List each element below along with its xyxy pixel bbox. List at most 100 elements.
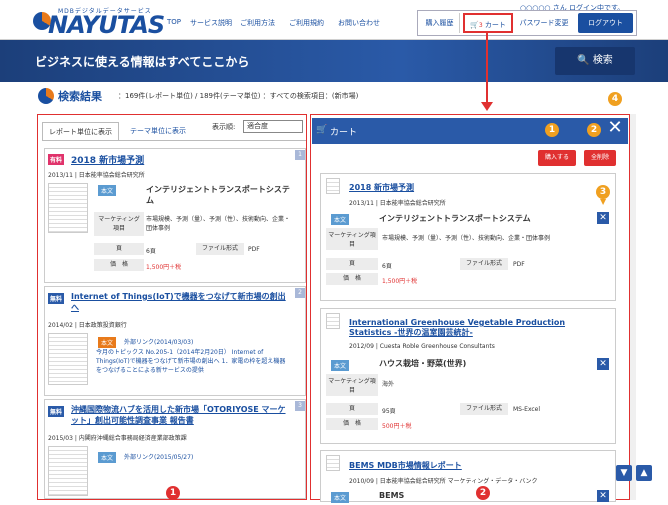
cart-item-title[interactable]: 2018 新市場予測 [349,182,414,193]
theme-title: インテリジェントトランスポートシステム [146,185,290,205]
price-label: 価 格 [94,259,144,271]
cart-item-meta: 2010/09 | 日本能率協会総合研究所 マーケティング・データ・バンク [349,478,538,485]
logout-button[interactable]: ログアウト [578,13,633,33]
price: 1,500円＋税 [382,278,418,285]
arrow-down-icon: ▼ [600,197,607,206]
cart-item-title[interactable]: International Greenhouse Vegetable Produ… [349,318,589,338]
delete-all-button[interactable]: 全削除 [584,150,616,166]
link-date: (2014/03/03) [154,339,194,346]
result-meta: 2014/02 | 日本政策投資銀行 [48,322,127,329]
result-body: 今月のトピックス No.205-1（2014年2月20日） Internet o… [96,349,286,374]
marketing-label: マーケティング項目 [326,374,378,396]
banner-text: ビジネスに使える情報はすべてここから [35,55,250,69]
logo[interactable]: NAYUTAS [48,11,165,39]
marketing-label: マーケティング項目 [326,228,378,250]
cart-header [312,118,628,144]
region-marker-2: 2 [476,486,490,500]
file-format: PDF [248,246,260,253]
marker-1: 1 [545,123,559,137]
tab-divider [42,140,306,141]
body-tag: 本文 [98,452,117,463]
result-number: 3 [295,401,305,411]
result-title[interactable]: 2018 新市場予測 [71,153,144,166]
result-number: 1 [295,150,305,160]
marketing-items: 海外 [382,381,395,388]
marketing-items: 市場規模、予測（量）、予測（性）、技術動向、企業・団体事例 [382,235,551,242]
cart-item-meta: 2012/09 | Cuesta Roble Greenhouse Consul… [349,343,495,350]
page-label: 頁 [326,403,378,415]
remove-item-icon[interactable]: ✕ [597,212,609,224]
cart-header-icon: 🛒 [316,125,328,135]
price: 1,500円＋税 [146,264,182,271]
cart-icon: 🛒 [470,21,479,29]
marketing-items: 市場規模、予測（量）、予測（性）、技術動向、企業・団体事例 [146,216,291,232]
external-link[interactable]: 外部リンク(2015/05/27) [124,452,193,461]
tab-theme[interactable]: テーマ単位に表示 [124,122,192,140]
cart-count: 3 [478,22,483,29]
link-date: (2015/05/27) [154,454,194,461]
body-tag: 本文 [331,492,350,503]
result-title[interactable]: Internet of Things(IoT)で機器をつなげて新市場の創出へ [71,291,286,313]
marker-2: 2 [587,123,601,137]
cart-title: カート [330,128,358,138]
cart-button[interactable]: 🛒3 カート [463,13,513,33]
result-meta: 2013/11 | 日本能率協会総合研究所 [48,172,145,179]
remove-item-icon[interactable]: ✕ [597,490,609,502]
file-format: PDF [513,261,525,268]
nav-howto[interactable]: ご利用方法 [240,18,275,28]
nav-top[interactable]: TOP [167,18,181,26]
results-title: 検索結果 [58,90,102,103]
thumbnail-icon [326,178,340,194]
scroll-down-icon[interactable]: ▼ [616,465,632,481]
scrollbar[interactable] [630,114,636,500]
cart-theme-title: ハウス栽培・野菜(世界) [379,359,467,368]
result-number: 2 [295,288,305,298]
cart-item-meta: 2013/11 | 日本能率協会総合研究所 [349,200,446,207]
nav-service[interactable]: サービス説明 [190,18,232,28]
page-count: 6頁 [146,248,156,255]
results-meta: ：169件(レポート単位) / 189件(テーマ単位) ：すべての検索項目：(新… [118,92,359,100]
page-count: 6頁 [382,263,392,270]
free-badge: 無料 [48,406,65,417]
price-label: 価 格 [326,418,378,430]
history-button[interactable]: 購入履歴 [420,13,460,33]
nav-contact[interactable]: お問い合わせ [338,18,380,28]
free-badge: 無料 [48,293,65,304]
price-label: 価 格 [326,273,378,285]
sort-select[interactable]: 適合度 [243,120,303,133]
cart-label: カート [484,21,506,29]
cart-theme-title: BEMS [379,491,405,500]
thumbnail[interactable] [48,183,88,233]
result-title[interactable]: 沖縄国際物流ハブを活用した新市場「OTORIYOSE マーケット」創出可能性調査… [71,404,286,426]
arrow-head-icon [481,102,493,111]
arrow-line [486,33,488,105]
paid-badge: 有料 [48,154,65,165]
body-tag: 本文 [331,360,350,371]
external-link[interactable]: 外部リンク(2014/03/03) [124,337,193,346]
page-label: 頁 [94,243,144,255]
format-label: ファイル形式 [196,243,244,255]
price: 500円＋税 [382,423,412,430]
scroll-up-icon[interactable]: ▲ [636,465,652,481]
thumbnail-icon [326,313,340,329]
body-tag: 本文 [331,214,350,225]
search-label: 検索 [592,55,613,66]
page-label: 頁 [326,258,378,270]
page-count: 95頁 [382,408,396,415]
results-icon [38,88,54,104]
marketing-label: マーケティング項目 [94,212,144,236]
file-format: MS-Excel [513,406,541,413]
purchase-button[interactable]: 購入する [538,150,576,166]
remove-item-icon[interactable]: ✕ [597,358,609,370]
thumbnail[interactable] [48,446,88,496]
search-button[interactable]: 🔍 検索 [555,47,635,75]
thumbnail[interactable] [48,333,88,385]
search-icon: 🔍 [577,55,590,66]
cart-item-title[interactable]: BEMS MDB市場情報レポート [349,460,462,471]
password-change-button[interactable]: パスワード変更 [515,13,573,33]
tab-report[interactable]: レポート単位に表示 [42,122,119,140]
body-tag: 本文 [98,337,117,348]
nav-terms[interactable]: ご利用規約 [289,18,324,28]
close-icon[interactable]: ✕ [604,117,626,139]
format-label: ファイル形式 [460,258,508,270]
